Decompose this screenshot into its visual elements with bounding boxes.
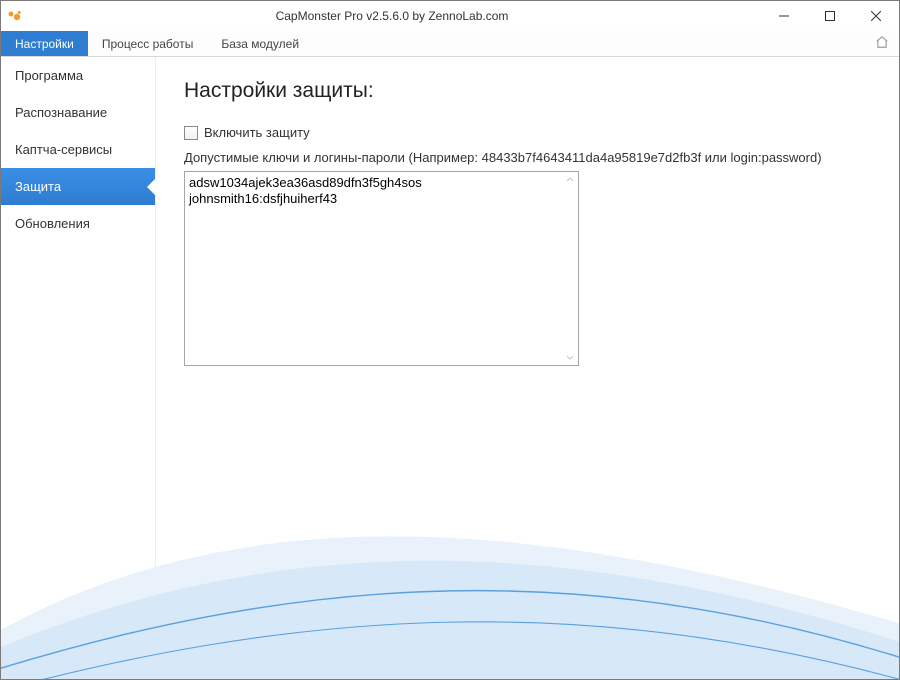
- window-controls: [761, 1, 899, 31]
- content-panel: Настройки защиты: Включить защиту Допуст…: [156, 57, 899, 679]
- enable-protection-label: Включить защиту: [204, 125, 310, 140]
- sidebar: Программа Распознавание Каптча-сервисы З…: [1, 57, 156, 679]
- page-title: Настройки защиты:: [184, 79, 871, 103]
- allowed-keys-hint: Допустимые ключи и логины-пароли (Наприм…: [184, 150, 871, 165]
- tab-label: Процесс работы: [102, 37, 193, 51]
- enable-protection-row: Включить защиту: [184, 125, 871, 140]
- tab-label: Настройки: [15, 37, 74, 51]
- top-tabs: Настройки Процесс работы База модулей: [1, 31, 899, 57]
- sidebar-item-label: Каптча-сервисы: [15, 142, 112, 157]
- sidebar-item-label: Программа: [15, 68, 83, 83]
- sidebar-item-label: Обновления: [15, 216, 90, 231]
- maximize-button[interactable]: [807, 1, 853, 31]
- app-window: CapMonster Pro v2.5.6.0 by ZennoLab.com …: [0, 0, 900, 680]
- sidebar-item-label: Защита: [15, 179, 61, 194]
- sidebar-item-program[interactable]: Программа: [1, 57, 155, 94]
- tab-process[interactable]: Процесс работы: [88, 31, 207, 56]
- tab-modules[interactable]: База модулей: [207, 31, 313, 56]
- close-button[interactable]: [853, 1, 899, 31]
- allowed-keys-textarea[interactable]: [185, 172, 578, 365]
- sidebar-item-updates[interactable]: Обновления: [1, 205, 155, 242]
- sidebar-item-captcha-services[interactable]: Каптча-сервисы: [1, 131, 155, 168]
- home-icon[interactable]: [875, 35, 889, 52]
- sidebar-item-label: Распознавание: [15, 105, 107, 120]
- window-title: CapMonster Pro v2.5.6.0 by ZennoLab.com: [23, 9, 761, 23]
- enable-protection-checkbox[interactable]: [184, 126, 198, 140]
- sidebar-item-security[interactable]: Защита: [1, 168, 155, 205]
- minimize-button[interactable]: [761, 1, 807, 31]
- titlebar: CapMonster Pro v2.5.6.0 by ZennoLab.com: [1, 1, 899, 31]
- body: Программа Распознавание Каптча-сервисы З…: [1, 57, 899, 679]
- app-icon: [7, 8, 23, 24]
- sidebar-item-recognition[interactable]: Распознавание: [1, 94, 155, 131]
- allowed-keys-textarea-wrap: [184, 171, 579, 366]
- tab-settings[interactable]: Настройки: [1, 31, 88, 56]
- tab-label: База модулей: [221, 37, 299, 51]
